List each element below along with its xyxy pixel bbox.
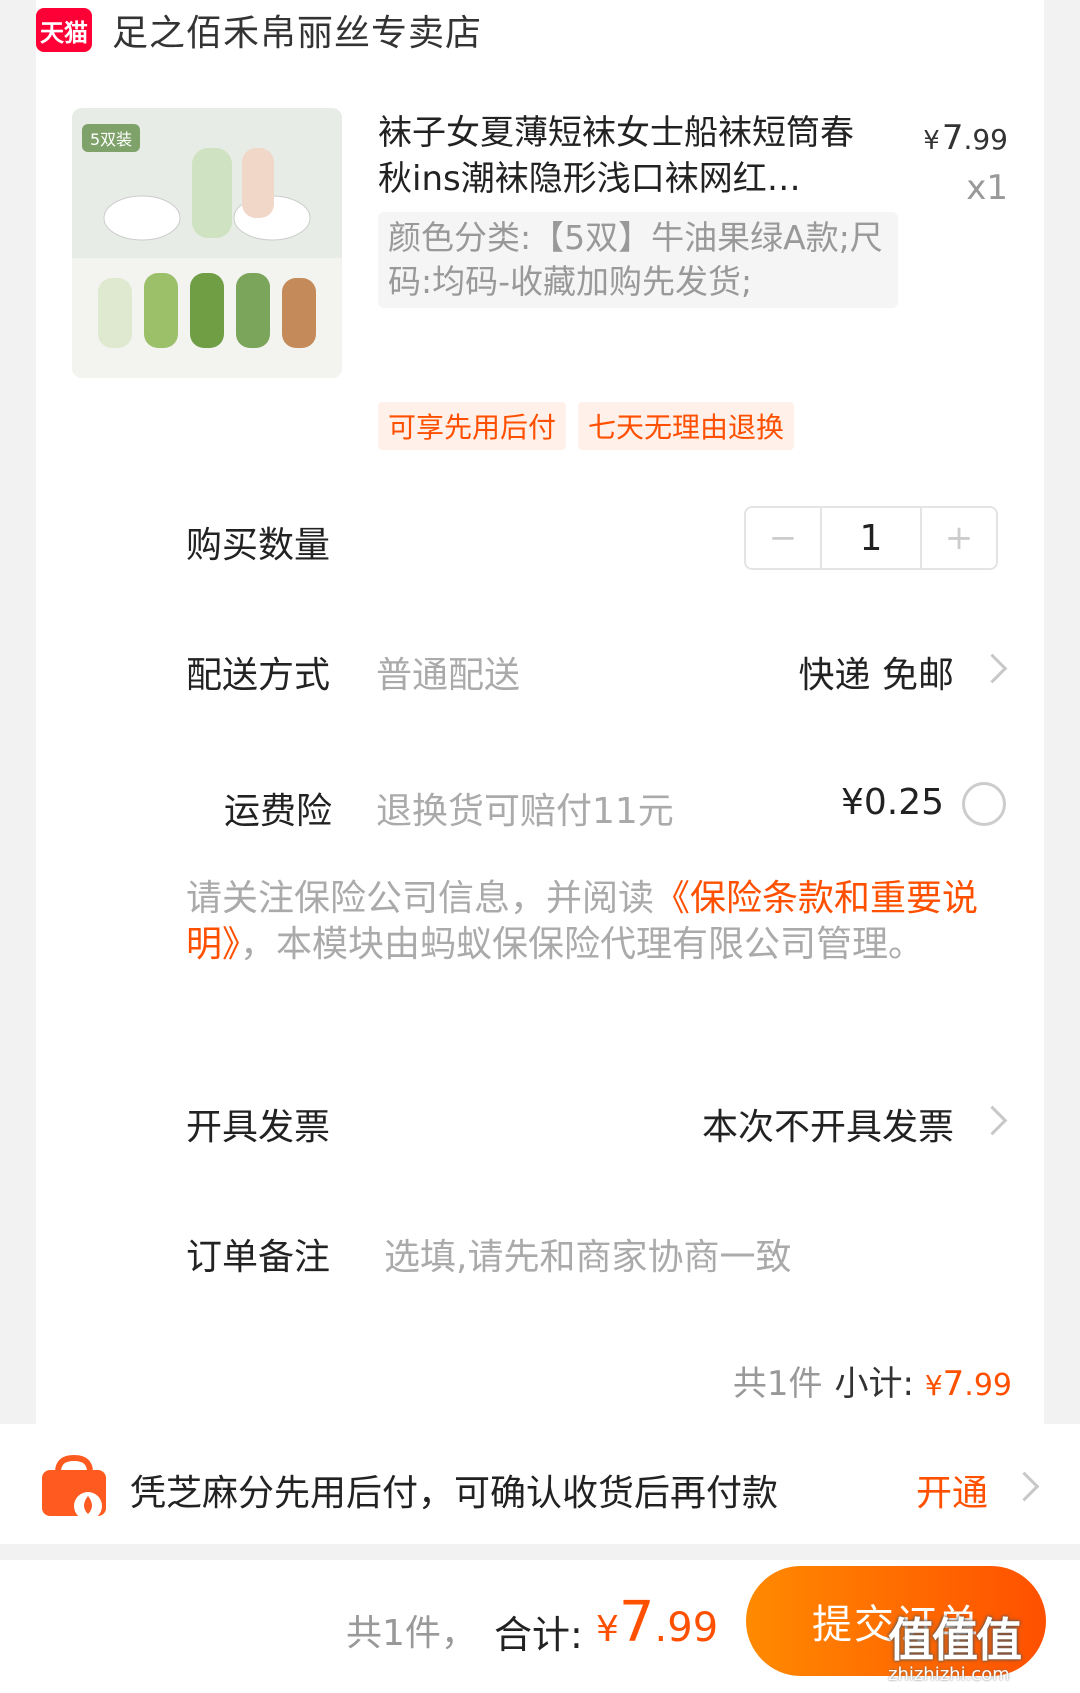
shop-header[interactable]: 天猫 足之佰禾帛丽丝专卖店 bbox=[36, 4, 482, 56]
delivery-sub: 普通配送 bbox=[376, 655, 521, 696]
remark-label: 订单备注 bbox=[186, 1237, 331, 1278]
pay-later-text: 凭芝麻分先用后付，可确认收货后再付款 bbox=[130, 1473, 779, 1514]
activate-link[interactable]: 开通 bbox=[916, 1464, 988, 1516]
watermark-logo: 值值值 bbox=[888, 1613, 1022, 1667]
subtotal-amount: ¥7.99 bbox=[925, 1364, 1012, 1404]
watermark: 值值值 zhizhizhi.com bbox=[888, 1604, 1022, 1685]
subtotal-dec: .99 bbox=[964, 1368, 1012, 1403]
sku-selector[interactable]: 颜色分类:【5双】牛油果绿A款;尺码:均码-收藏加购先发货; bbox=[378, 212, 898, 308]
product-image[interactable]: 5双装 bbox=[72, 108, 342, 378]
price-dec: .99 bbox=[963, 123, 1008, 156]
delivery-value[interactable]: 快递 免邮 bbox=[799, 646, 954, 698]
quantity-label: 购买数量 bbox=[186, 525, 331, 566]
remark-input[interactable]: 选填,请先和商家协商一致 bbox=[384, 1228, 791, 1280]
total-dec: .99 bbox=[654, 1605, 719, 1651]
subtotal-count: 共1件 bbox=[732, 1364, 823, 1404]
notice-suffix: ，本模块由蚂蚁保保险代理有限公司管理。 bbox=[240, 924, 925, 965]
invoice-label: 开具发票 bbox=[186, 1107, 331, 1148]
image-badge: 5双装 bbox=[82, 124, 141, 152]
total-label: 合计: bbox=[494, 1613, 583, 1657]
product-price: ¥7.99 bbox=[923, 118, 1008, 158]
total-yen: ¥ bbox=[596, 1609, 619, 1650]
plus-button[interactable]: + bbox=[922, 508, 996, 568]
subtotal-int: 7 bbox=[942, 1364, 965, 1404]
insurance-sub: 退换货可赔付11元 bbox=[376, 791, 674, 832]
shopping-bag-icon bbox=[42, 1454, 106, 1520]
price-int: 7 bbox=[941, 118, 964, 158]
notice-prefix: 请关注保险公司信息，并阅读 bbox=[186, 878, 655, 919]
tag-pay-later: 可享先用后付 bbox=[378, 402, 567, 450]
insurance-notice: 请关注保险公司信息，并阅读《保险条款和重要说明》，本模块由蚂蚁保保险代理有限公司… bbox=[186, 876, 1016, 968]
invoice-value[interactable]: 本次不开具发票 bbox=[702, 1098, 954, 1150]
product-qty: x1 bbox=[966, 168, 1008, 208]
delivery-label: 配送方式 bbox=[186, 655, 331, 696]
quantity-stepper[interactable]: − 1 + bbox=[744, 506, 998, 570]
minus-button[interactable]: − bbox=[746, 508, 820, 568]
product-title[interactable]: 袜子女夏薄短袜女士船袜短筒春秋ins潮袜隐形浅口袜网红… bbox=[378, 110, 868, 202]
quantity-value[interactable]: 1 bbox=[820, 508, 922, 568]
total-amount: ¥7.99 bbox=[596, 1590, 718, 1655]
tag-seven-day-return: 七天无理由退换 bbox=[578, 402, 795, 450]
total-count: 共1件， bbox=[346, 1613, 477, 1654]
watermark-url: zhizhizhi.com bbox=[888, 1664, 1010, 1685]
insurance-radio[interactable] bbox=[962, 782, 1006, 826]
subtotal: 共1件 小计: ¥7.99 bbox=[733, 1356, 1012, 1405]
service-tags: 可享先用后付 七天无理由退换 bbox=[378, 402, 795, 450]
subtotal-yen: ¥ bbox=[924, 1369, 943, 1402]
insurance-price: ¥0.25 bbox=[840, 782, 944, 823]
shop-name[interactable]: 足之佰禾帛丽丝专卖店 bbox=[112, 4, 482, 56]
tmall-logo: 天猫 bbox=[36, 8, 92, 52]
insurance-label: 运费险 bbox=[224, 791, 333, 832]
price-symbol: ¥ bbox=[923, 126, 940, 156]
subtotal-label: 小计: bbox=[834, 1364, 914, 1404]
total-int: 7 bbox=[618, 1590, 655, 1655]
